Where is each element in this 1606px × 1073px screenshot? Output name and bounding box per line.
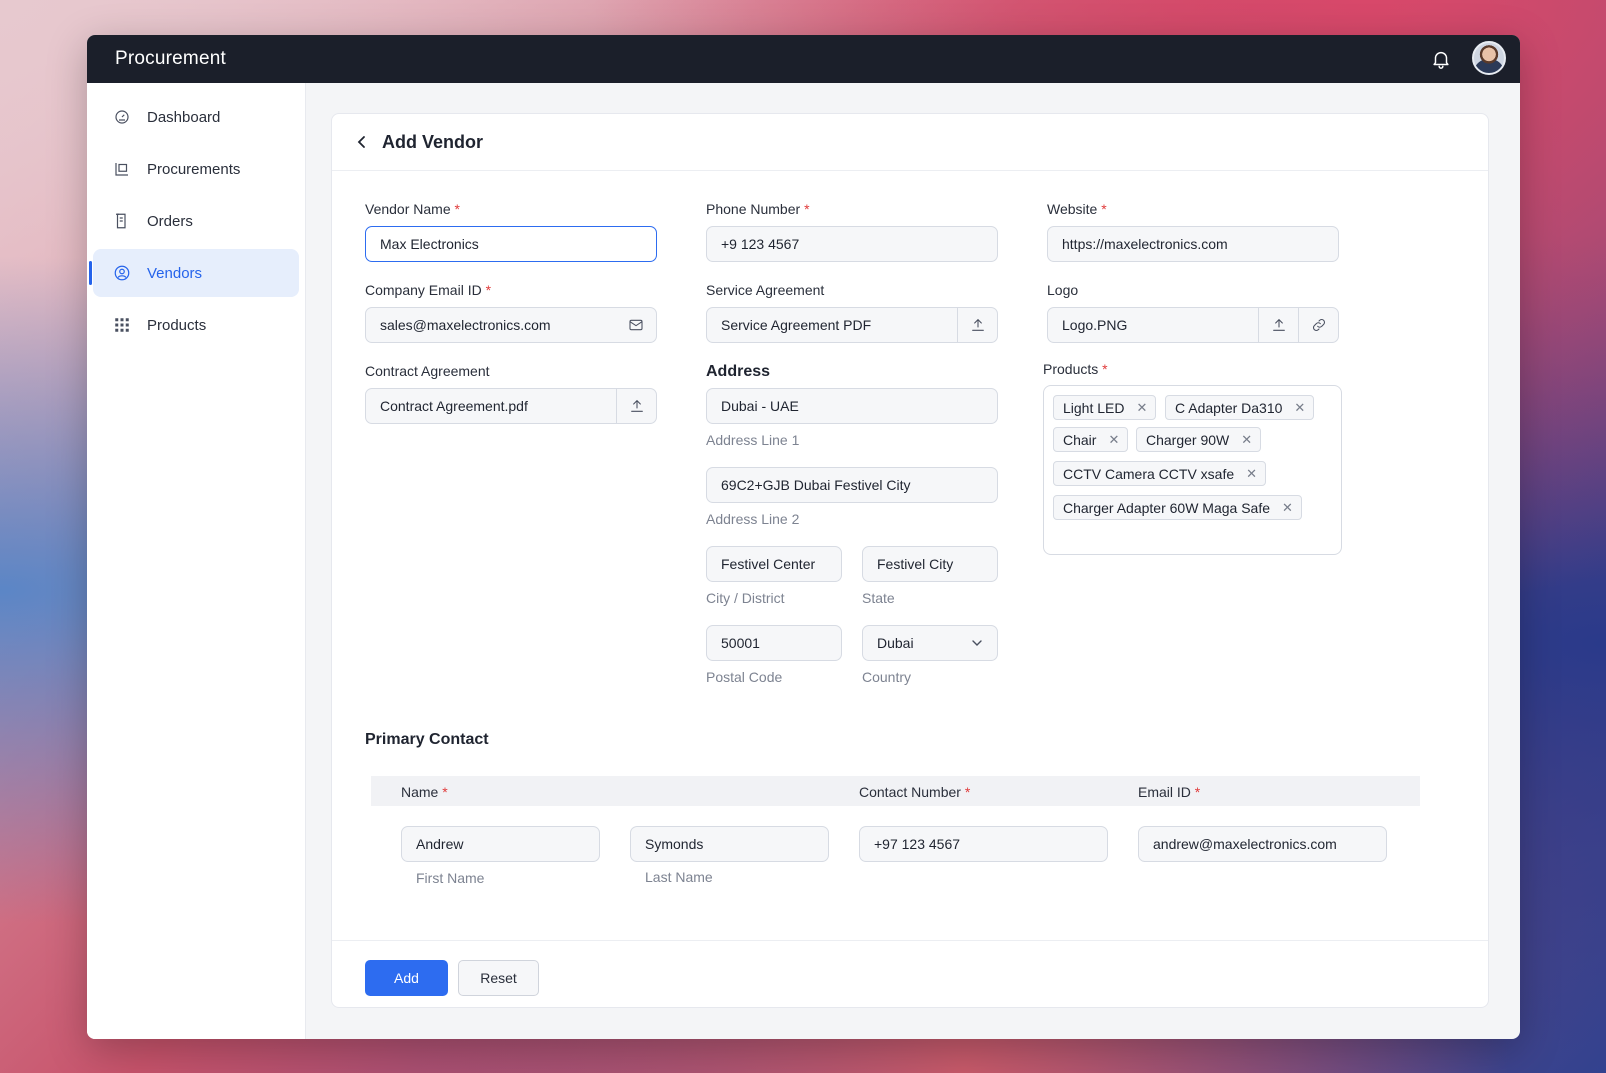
primary-contact-title: Primary Contact (365, 731, 489, 748)
contact-number-header: Contact Number * (859, 784, 971, 800)
state-hint: State (862, 590, 895, 606)
product-tag: Charger Adapter 60W Maga Safe ✕ (1053, 495, 1302, 520)
app-title: Procurement (115, 48, 226, 69)
sidebar-item-label: Dashboard (147, 108, 221, 126)
product-tag: Chair ✕ (1053, 427, 1129, 452)
first-name-hint: First Name (416, 870, 485, 886)
address-line1-hint: Address Line 1 (706, 432, 800, 448)
logo-file[interactable]: Logo.PNG (1047, 307, 1339, 343)
products-grid-icon (113, 316, 131, 334)
products-label: Products * (1043, 361, 1108, 377)
last-name-hint: Last Name (645, 869, 713, 885)
postal-code-hint: Postal Code (706, 669, 783, 685)
user-avatar[interactable] (1472, 41, 1506, 75)
vendor-name-input[interactable]: Max Electronics (365, 226, 657, 262)
sidebar-item-label: Orders (147, 212, 193, 230)
country-hint: Country (862, 669, 912, 685)
top-bar: Procurement (87, 35, 1520, 83)
phone-number-label: Phone Number * (706, 201, 810, 217)
reset-button[interactable]: Reset (458, 960, 539, 996)
address-line2-hint: Address Line 2 (706, 511, 800, 527)
close-icon[interactable]: ✕ (1282, 500, 1293, 516)
last-name-input[interactable]: Symonds (630, 826, 829, 862)
product-tag: Light LED ✕ (1053, 395, 1157, 420)
service-agreement-label: Service Agreement (706, 282, 825, 298)
card-header: Add Vendor (332, 114, 1488, 171)
close-icon[interactable]: ✕ (1136, 400, 1147, 416)
company-email-input[interactable]: sales@maxelectronics.com (365, 307, 657, 343)
name-header: Name * (401, 784, 448, 800)
product-tag: CCTV Camera CCTV xsafe ✕ (1053, 461, 1267, 486)
close-icon[interactable]: ✕ (1246, 466, 1257, 482)
back-chevron-icon[interactable] (354, 134, 370, 150)
notification-bell-icon[interactable] (1430, 48, 1452, 70)
first-name-input[interactable]: Andrew (401, 826, 600, 862)
sidebar-item-label: Procurements (147, 160, 241, 178)
website-input[interactable]: https://maxelectronics.com (1047, 226, 1339, 262)
contact-number-input[interactable]: +97 123 4567 (859, 826, 1108, 862)
app-window: Procurement Dashboard Procurements Order… (87, 35, 1520, 1039)
email-header: Email ID * (1138, 784, 1201, 800)
address-title: Address (706, 363, 771, 380)
sidebar-item-vendors[interactable]: Vendors (89, 249, 299, 297)
product-tag: Charger 90W ✕ (1136, 427, 1262, 452)
footer-divider (332, 940, 1488, 941)
close-icon[interactable]: ✕ (1294, 400, 1305, 416)
city-input[interactable]: Festivel Center (706, 546, 842, 582)
state-input[interactable]: Festivel City (862, 546, 998, 582)
contact-table-header: Name * Contact Number * Email ID * (371, 776, 1420, 806)
close-icon[interactable]: ✕ (1241, 432, 1252, 448)
upload-icon[interactable] (957, 308, 997, 342)
phone-number-input[interactable]: +9 123 4567 (706, 226, 998, 262)
page-title: Add Vendor (382, 131, 484, 152)
procurements-icon (113, 160, 131, 178)
dashboard-icon (113, 108, 131, 126)
address-line1-input[interactable]: Dubai - UAE (706, 388, 998, 424)
sidebar-item-orders[interactable]: Orders (93, 197, 299, 245)
vendor-name-label: Vendor Name * (365, 201, 460, 217)
product-tag: C Adapter Da310 ✕ (1165, 395, 1315, 420)
logo-label: Logo (1047, 282, 1079, 298)
products-tag-input[interactable]: Light LED ✕ C Adapter Da310 ✕ Chair ✕ Charg… (1043, 385, 1342, 555)
sidebar: Dashboard Procurements Orders Vendors Pr… (87, 83, 306, 1039)
country-select[interactable]: Dubai (862, 625, 998, 661)
mail-icon (616, 317, 656, 333)
sidebar-item-dashboard[interactable]: Dashboard (93, 93, 299, 141)
add-button[interactable]: Add (365, 960, 448, 996)
upload-icon[interactable] (1258, 308, 1298, 342)
sidebar-item-label: Vendors (147, 264, 203, 282)
close-icon[interactable]: ✕ (1108, 432, 1119, 448)
city-hint: City / District (706, 590, 785, 606)
website-label: Website * (1047, 201, 1107, 217)
chevron-down-icon (957, 637, 997, 649)
link-icon[interactable] (1298, 308, 1338, 342)
orders-icon (113, 212, 131, 230)
company-email-label: Company Email ID * (365, 282, 492, 298)
sidebar-item-label: Products (147, 316, 207, 334)
add-vendor-card: Add Vendor Vendor Name * Max Electronics… (331, 113, 1489, 1008)
contact-email-input[interactable]: andrew@maxelectronics.com (1138, 826, 1387, 862)
upload-icon[interactable] (616, 389, 656, 423)
contract-agreement-label: Contract Agreement (365, 363, 490, 379)
address-line2-input[interactable]: 69C2+GJB Dubai Festivel City (706, 467, 998, 503)
sidebar-item-procurements[interactable]: Procurements (93, 145, 299, 193)
service-agreement-file[interactable]: Service Agreement PDF (706, 307, 998, 343)
sidebar-item-products[interactable]: Products (93, 301, 299, 349)
postal-code-input[interactable]: 50001 (706, 625, 842, 661)
vendors-icon (113, 264, 131, 282)
contract-agreement-file[interactable]: Contract Agreement.pdf (365, 388, 657, 424)
